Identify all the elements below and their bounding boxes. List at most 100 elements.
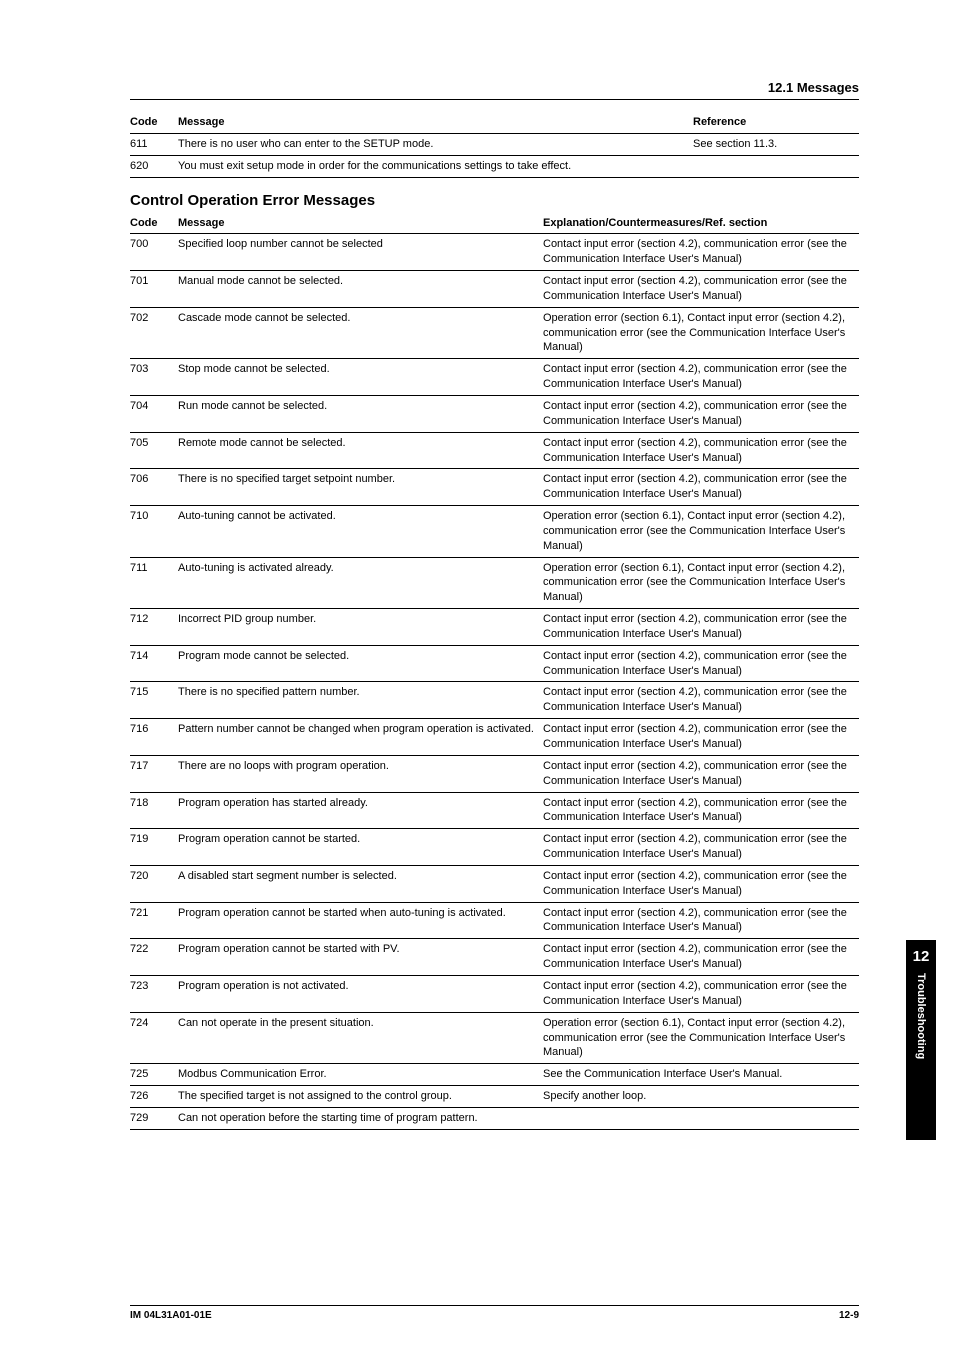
- cell-code: 725: [130, 1064, 178, 1086]
- cell-code: 726: [130, 1086, 178, 1108]
- cell-msg: You must exit setup mode in order for th…: [178, 155, 693, 177]
- cell-exp: Specify another loop.: [543, 1086, 859, 1108]
- table-row: 701Manual mode cannot be selected.Contac…: [130, 271, 859, 308]
- cell-exp: Contact input error (section 4.2), commu…: [543, 469, 859, 506]
- cell-exp: Contact input error (section 4.2), commu…: [543, 432, 859, 469]
- cell-msg: Program mode cannot be selected.: [178, 645, 543, 682]
- cell-msg: Modbus Communication Error.: [178, 1064, 543, 1086]
- cell-code: 724: [130, 1012, 178, 1064]
- cell-exp: Contact input error (section 4.2), commu…: [543, 271, 859, 308]
- cell-code: 620: [130, 155, 178, 177]
- cell-code: 729: [130, 1107, 178, 1129]
- cell-code: 710: [130, 506, 178, 558]
- cell-exp: Contact input error (section 4.2), commu…: [543, 792, 859, 829]
- table-row: 720A disabled start segment number is se…: [130, 865, 859, 902]
- table-row: 714Program mode cannot be selected.Conta…: [130, 645, 859, 682]
- cell-exp: Contact input error (section 4.2), commu…: [543, 829, 859, 866]
- col-code-header: Code: [130, 112, 178, 133]
- page-footer: IM 04L31A01-01E 12-9: [130, 1305, 859, 1321]
- cell-code: 716: [130, 719, 178, 756]
- table-row: 722Program operation cannot be started w…: [130, 939, 859, 976]
- page: 12.1 Messages Code Message Reference 611…: [0, 0, 954, 1351]
- cell-msg: Program operation cannot be started.: [178, 829, 543, 866]
- table-row: 702Cascade mode cannot be selected.Opera…: [130, 307, 859, 359]
- col-exp-header: Explanation/Countermeasures/Ref. section: [543, 213, 859, 234]
- cell-msg: Program operation is not activated.: [178, 975, 543, 1012]
- cell-exp: Contact input error (section 4.2), commu…: [543, 975, 859, 1012]
- cell-msg: Program operation cannot be started when…: [178, 902, 543, 939]
- cell-exp: Operation error (section 6.1), Contact i…: [543, 307, 859, 359]
- table-row: 725Modbus Communication Error.See the Co…: [130, 1064, 859, 1086]
- cell-exp: Contact input error (section 4.2), commu…: [543, 865, 859, 902]
- col-msg-header: Message: [178, 112, 693, 133]
- cell-msg: Specified loop number cannot be selected: [178, 234, 543, 271]
- cell-code: 714: [130, 645, 178, 682]
- cell-code: 721: [130, 902, 178, 939]
- cell-msg: There are no loops with program operatio…: [178, 755, 543, 792]
- cell-msg: Manual mode cannot be selected.: [178, 271, 543, 308]
- cell-ref: [693, 155, 859, 177]
- cell-code: 719: [130, 829, 178, 866]
- cell-msg: There is no specified pattern number.: [178, 682, 543, 719]
- table-row: 700Specified loop number cannot be selec…: [130, 234, 859, 271]
- table-row: 620You must exit setup mode in order for…: [130, 155, 859, 177]
- table-row: 726The specified target is not assigned …: [130, 1086, 859, 1108]
- cell-exp: Contact input error (section 4.2), commu…: [543, 682, 859, 719]
- table-row: 715There is no specified pattern number.…: [130, 682, 859, 719]
- cell-exp: Contact input error (section 4.2), commu…: [543, 719, 859, 756]
- cell-msg: Can not operate in the present situation…: [178, 1012, 543, 1064]
- cell-code: 705: [130, 432, 178, 469]
- cell-msg: Run mode cannot be selected.: [178, 395, 543, 432]
- cell-code: 611: [130, 133, 178, 155]
- cell-msg: Remote mode cannot be selected.: [178, 432, 543, 469]
- col-msg-header: Message: [178, 213, 543, 234]
- footer-left: IM 04L31A01-01E: [130, 1310, 212, 1321]
- table-row: 711Auto-tuning is activated already.Oper…: [130, 557, 859, 609]
- cell-code: 700: [130, 234, 178, 271]
- table-row: 703Stop mode cannot be selected.Contact …: [130, 359, 859, 396]
- side-tab-number: 12: [913, 948, 930, 965]
- cell-code: 701: [130, 271, 178, 308]
- cell-exp: Contact input error (section 4.2), commu…: [543, 395, 859, 432]
- table-row: 717There are no loops with program opera…: [130, 755, 859, 792]
- cell-code: 711: [130, 557, 178, 609]
- col-ref-header: Reference: [693, 112, 859, 133]
- cell-code: 702: [130, 307, 178, 359]
- footer-right: 12-9: [839, 1310, 859, 1321]
- messages-table-1: Code Message Reference 611There is no us…: [130, 112, 859, 178]
- cell-code: 704: [130, 395, 178, 432]
- cell-exp: Operation error (section 6.1), Contact i…: [543, 506, 859, 558]
- table-row: 706There is no specified target setpoint…: [130, 469, 859, 506]
- table-row: 716Pattern number cannot be changed when…: [130, 719, 859, 756]
- table-row: 712Incorrect PID group number.Contact in…: [130, 609, 859, 646]
- cell-exp: Operation error (section 6.1), Contact i…: [543, 557, 859, 609]
- cell-msg: Program operation has started already.: [178, 792, 543, 829]
- cell-code: 706: [130, 469, 178, 506]
- cell-exp: Contact input error (section 4.2), commu…: [543, 939, 859, 976]
- cell-msg: There is no user who can enter to the SE…: [178, 133, 693, 155]
- cell-msg: Can not operation before the starting ti…: [178, 1107, 543, 1129]
- cell-msg: Incorrect PID group number.: [178, 609, 543, 646]
- table-row: 710Auto-tuning cannot be activated.Opera…: [130, 506, 859, 558]
- cell-msg: Program operation cannot be started with…: [178, 939, 543, 976]
- cell-exp: Contact input error (section 4.2), commu…: [543, 234, 859, 271]
- cell-exp: See the Communication Interface User's M…: [543, 1064, 859, 1086]
- cell-msg: Pattern number cannot be changed when pr…: [178, 719, 543, 756]
- cell-code: 715: [130, 682, 178, 719]
- table-row: 724Can not operate in the present situat…: [130, 1012, 859, 1064]
- table-row: 718Program operation has started already…: [130, 792, 859, 829]
- side-tab: 12 Troubleshooting: [906, 940, 936, 1140]
- table-head-row: Code Message Explanation/Countermeasures…: [130, 213, 859, 234]
- cell-exp: [543, 1107, 859, 1129]
- cell-msg: There is no specified target setpoint nu…: [178, 469, 543, 506]
- cell-msg: Stop mode cannot be selected.: [178, 359, 543, 396]
- table-row: 729Can not operation before the starting…: [130, 1107, 859, 1129]
- cell-msg: Auto-tuning cannot be activated.: [178, 506, 543, 558]
- cell-exp: Contact input error (section 4.2), commu…: [543, 755, 859, 792]
- section-header: 12.1 Messages: [130, 80, 859, 100]
- cell-exp: Contact input error (section 4.2), commu…: [543, 902, 859, 939]
- table-row: 611There is no user who can enter to the…: [130, 133, 859, 155]
- cell-exp: Contact input error (section 4.2), commu…: [543, 609, 859, 646]
- table-row: 723Program operation is not activated.Co…: [130, 975, 859, 1012]
- col-code-header: Code: [130, 213, 178, 234]
